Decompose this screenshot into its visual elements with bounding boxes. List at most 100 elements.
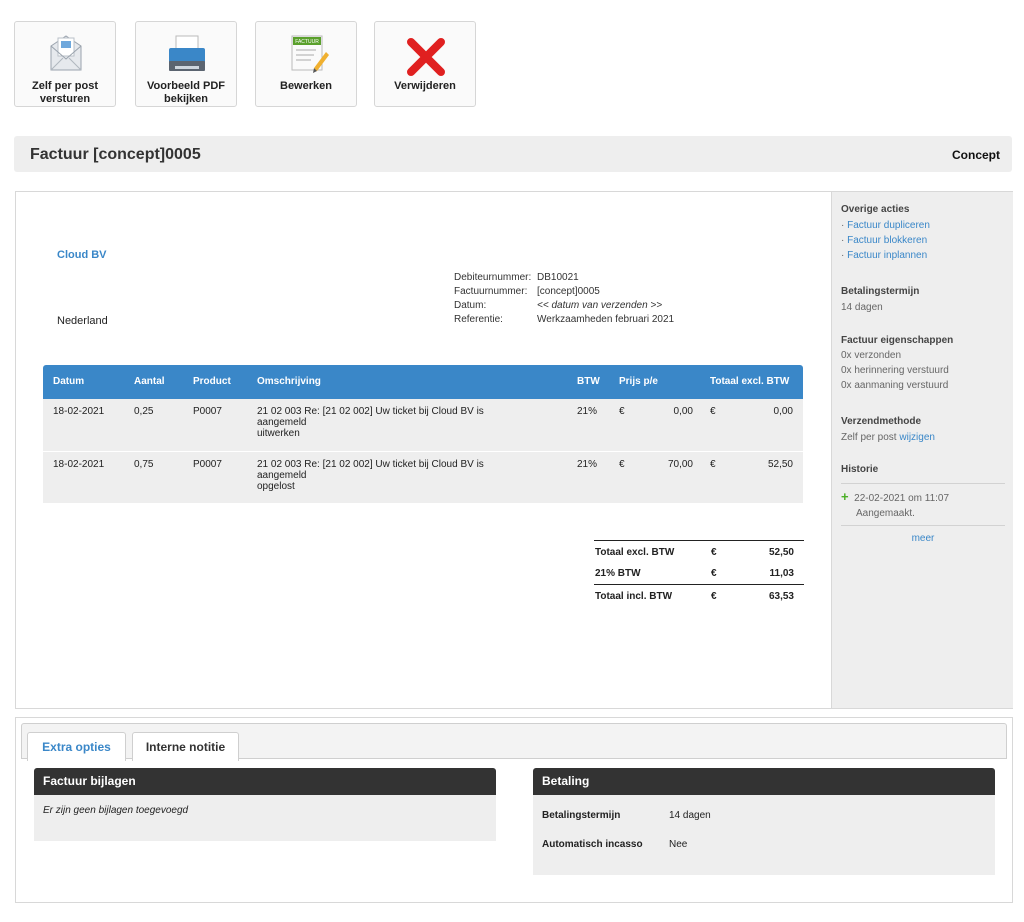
change-shipping-link[interactable]: wijzigen: [899, 432, 935, 443]
schedule-invoice-link[interactable]: Factuur inplannen: [847, 250, 927, 261]
meta-row: Debiteurnummer: DB10021: [454, 271, 674, 285]
history-more: meer: [832, 531, 1014, 546]
cell-omschrijving: 21 02 003 Re: [21 02 002] Uw ticket bij …: [257, 406, 517, 439]
cell-aantal: 0,75: [134, 459, 154, 470]
col-datum: Datum: [53, 376, 85, 387]
desc-line: aangemeld: [257, 417, 307, 428]
shipping-method-title: Verzendmethode: [841, 416, 922, 427]
property-item: 0x verzonden: [841, 350, 902, 361]
meta-value: [concept]0005: [537, 286, 600, 297]
history-title: Historie: [841, 464, 879, 475]
invoice-properties-title: Factuur eigenschappen: [841, 335, 954, 346]
invoice-sidebar: Overige acties · Factuur dupliceren · Fa…: [831, 192, 1013, 708]
more-history-link[interactable]: meer: [912, 533, 935, 544]
preview-pdf-label: Voorbeeld PDF bekijken: [146, 80, 226, 105]
tab-extra-opties[interactable]: Extra opties: [27, 732, 126, 761]
delete-button[interactable]: Verwijderen: [374, 21, 476, 107]
desc-line: 21 02 003 Re: [21 02 002] Uw ticket bij …: [257, 406, 484, 417]
company-country: Nederland: [57, 315, 108, 327]
attachments-header: Factuur bijlagen: [34, 768, 496, 795]
preview-pdf-button[interactable]: Voorbeeld PDF bekijken: [135, 21, 237, 107]
col-aantal: Aantal: [134, 376, 165, 387]
col-product: Product: [193, 376, 231, 387]
meta-row: Datum: << datum van verzenden >>: [454, 299, 674, 313]
desc-line: opgelost: [257, 481, 295, 492]
payment-term-title: Betalingstermijn: [841, 286, 920, 297]
direct-debit-value: Nee: [669, 839, 688, 850]
cell-product: P0007: [193, 406, 222, 417]
cell-datum: 18-02-2021: [53, 406, 105, 417]
direct-debit-label: Automatisch incasso: [542, 839, 643, 850]
cell-datum: 18-02-2021: [53, 459, 105, 470]
history-item: + 22-02-2021 om 11:07 Aangemaakt.: [841, 489, 949, 521]
cell-currency: €: [710, 406, 716, 417]
desc-line: 21 02 003 Re: [21 02 002] Uw ticket bij …: [257, 459, 484, 470]
delete-label: Verwijderen: [394, 80, 456, 92]
totals-label: Totaal excl. BTW: [595, 547, 675, 558]
totals-value: 52,50: [768, 547, 794, 558]
table-header: Datum Aantal Product Omschrijving BTW Pr…: [43, 365, 803, 399]
send-by-post-button[interactable]: Zelf per post versturen: [14, 21, 116, 107]
company-name: Cloud BV: [57, 249, 107, 261]
totals-label: 21% BTW: [595, 568, 641, 579]
action-item[interactable]: · Factuur blokkeren: [841, 233, 930, 248]
col-prijs: Prijs p/e: [619, 376, 658, 387]
cell-currency: €: [619, 406, 625, 417]
cell-product: P0007: [193, 459, 222, 470]
table-row: 18-02-2021 0,25 P0007 21 02 003 Re: [21 …: [43, 399, 803, 451]
meta-row: Referentie: Werkzaamheden februari 2021: [454, 313, 674, 327]
cell-prijs: 70,00: [667, 459, 693, 470]
edit-label: Bewerken: [280, 80, 332, 92]
col-omschrijving: Omschrijving: [257, 376, 321, 387]
payment-term-label: Betalingstermijn: [542, 810, 621, 821]
desc-line: uitwerken: [257, 428, 300, 439]
duplicate-invoice-link[interactable]: Factuur dupliceren: [847, 220, 930, 231]
totals-row: 21% BTW € 11,03: [594, 562, 804, 584]
invoice-panel: Cloud BV Nederland Debiteurnummer: DB1002…: [15, 191, 1013, 709]
totals-currency: €: [711, 547, 717, 558]
other-actions-list: · Factuur dupliceren · Factuur blokkeren…: [841, 218, 930, 263]
printer-icon: [136, 30, 236, 78]
envelope-icon: [15, 30, 115, 78]
tab-interne-notitie[interactable]: Interne notitie: [132, 732, 239, 761]
totals-label: Totaal incl. BTW: [595, 591, 673, 602]
action-item[interactable]: · Factuur dupliceren: [841, 218, 930, 233]
invoice-properties-list: 0x verzonden 0x herinnering verstuurd 0x…: [841, 348, 949, 393]
plus-icon: +: [841, 489, 849, 504]
meta-label: Debiteurnummer:: [454, 272, 532, 283]
divider: [841, 525, 1005, 526]
cell-currency: €: [710, 459, 716, 470]
meta-value: DB10021: [537, 272, 579, 283]
edit-invoice-icon: FACTUUR: [256, 30, 356, 78]
payment-header: Betaling: [533, 768, 995, 795]
col-totaal: Totaal excl. BTW: [710, 376, 790, 387]
status-badge: Concept: [952, 148, 1000, 162]
payment-term-value: 14 dagen: [669, 810, 711, 821]
delete-x-icon: [375, 30, 475, 78]
invoice-totals: Totaal excl. BTW € 52,50 21% BTW € 11,03…: [594, 540, 804, 606]
totals-value: 63,53: [768, 591, 794, 602]
invoice-meta: Debiteurnummer: DB10021 Factuurnummer: [co…: [454, 271, 674, 327]
block-invoice-link[interactable]: Factuur blokkeren: [847, 235, 927, 246]
edit-icon-text: FACTUUR: [295, 39, 319, 45]
cell-currency: €: [619, 459, 625, 470]
edit-button[interactable]: FACTUUR Bewerken: [255, 21, 357, 107]
table-row: 18-02-2021 0,75 P0007 21 02 003 Re: [21 …: [43, 451, 803, 503]
action-item[interactable]: · Factuur inplannen: [841, 248, 930, 263]
tab-strip: Extra opties Interne notitie: [21, 723, 1007, 761]
send-by-post-label: Zelf per post versturen: [31, 80, 98, 105]
divider: [841, 483, 1005, 484]
cell-btw: 21%: [577, 406, 598, 417]
payment-body: Betalingstermijn 14 dagen Automatisch in…: [533, 795, 995, 875]
payment-term-value: 14 dagen: [841, 302, 883, 313]
extra-options-panel: Extra opties Interne notitie Factuur bij…: [15, 717, 1013, 903]
meta-label: Datum:: [454, 300, 487, 311]
invoice-title-bar: Factuur [concept]0005 Concept: [14, 136, 1012, 172]
totals-currency: €: [711, 591, 717, 602]
cell-omschrijving: 21 02 003 Re: [21 02 002] Uw ticket bij …: [257, 459, 517, 492]
cell-aantal: 0,25: [134, 406, 154, 417]
cell-totaal: 0,00: [773, 406, 793, 417]
totals-currency: €: [711, 568, 717, 579]
meta-value: << datum van verzenden >>: [537, 300, 663, 311]
attachments-body: Er zijn geen bijlagen toegevoegd: [34, 795, 496, 841]
